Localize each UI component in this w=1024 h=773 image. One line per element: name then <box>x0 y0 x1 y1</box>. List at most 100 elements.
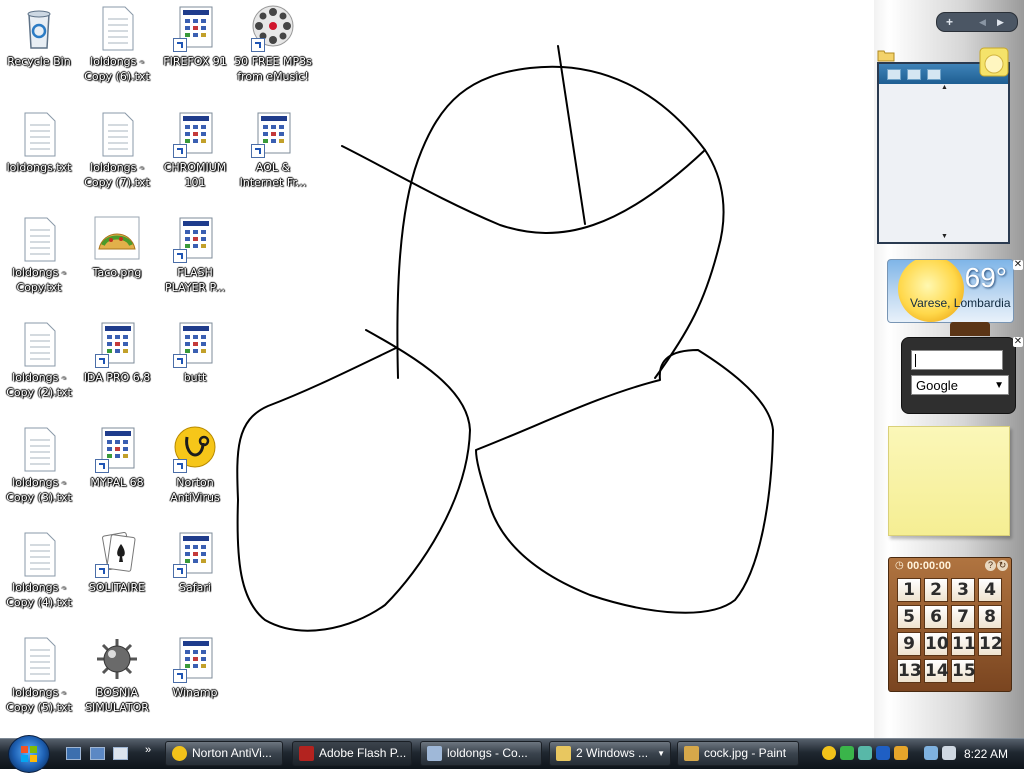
playing-cards-icon <box>93 530 141 578</box>
puzzle-tile[interactable]: 4 <box>978 578 1002 602</box>
desktop-icon-safari[interactable]: Safari <box>156 530 234 595</box>
start-button[interactable] <box>8 735 50 773</box>
desktop-icon-text-file[interactable]: loldongs - Copy (6).txt <box>78 4 156 84</box>
norton-tray-icon[interactable] <box>822 746 836 760</box>
puzzle-tile[interactable]: 1 <box>897 578 921 602</box>
desktop-icon-label: loldongs - Copy.txt <box>12 266 66 294</box>
desktop-icon-label: Taco.png <box>92 266 142 279</box>
taco-icon <box>93 215 141 263</box>
taskbar-button[interactable]: cock.jpg - Paint <box>677 741 799 766</box>
sidebar-controls: + ◀ ▶ <box>936 12 1018 32</box>
puzzle-tile[interactable]: 7 <box>951 605 975 629</box>
desktop-icon-mypal[interactable]: MYPAL 68 <box>78 425 156 490</box>
flash-tray-icon[interactable] <box>894 746 908 760</box>
puzzle-tile[interactable]: 10 <box>924 632 949 656</box>
briefcase-icon <box>950 322 990 336</box>
desktop-icon-emusic[interactable]: 50 FREE MP3s from eMusic! <box>234 4 312 84</box>
puzzle-tile[interactable]: 12 <box>978 632 1003 656</box>
app-shortcut-icon <box>171 215 219 263</box>
desktop-icon-text-file[interactable]: loldongs - Copy (2).txt <box>0 320 78 400</box>
desktop-icon-norton[interactable]: Norton AntiVirus <box>156 425 234 505</box>
search-input[interactable] <box>911 350 1003 370</box>
notes-gadget-icon[interactable] <box>976 46 1012 80</box>
desktop-icon-winamp[interactable]: Winamp <box>156 635 234 700</box>
shuffle-icon[interactable]: ↻ <box>997 560 1008 571</box>
desktop-icon-text-file[interactable]: loldongs - Copy (4).txt <box>0 530 78 610</box>
feed-view-icon[interactable] <box>907 69 921 80</box>
previous-page-button[interactable]: ◀ <box>979 13 986 31</box>
feed-view-icon[interactable] <box>887 69 901 80</box>
taskbar-button[interactable]: 2 Windows ... ▼ <box>549 741 671 766</box>
puzzle-tile[interactable]: 11 <box>951 632 976 656</box>
taskbar-button[interactable]: loldongs - Co... <box>420 741 542 766</box>
desktop-icon-label: FIREFOX 91 <box>163 55 227 68</box>
app-shortcut-icon <box>93 425 141 473</box>
taskbar-button[interactable]: Norton AntiVi... <box>165 741 283 766</box>
taskbar-clock[interactable]: 8:22 AM <box>964 739 1008 769</box>
show-desktop-icon[interactable] <box>66 747 81 760</box>
feed-headlines-gadget[interactable]: ▲ ▼ <box>877 62 1010 244</box>
desktop-icon-bosnia-simulator[interactable]: BOSNIA SIMULATOR <box>78 635 156 715</box>
desktop-icon-text-file[interactable]: loldongs - Copy (5).txt <box>0 635 78 715</box>
taskbar-button-label: cock.jpg - Paint <box>704 746 787 760</box>
close-icon[interactable]: ✕ <box>1013 337 1023 347</box>
desktop-icon-solitaire[interactable]: SOLITAIRE <box>78 530 156 595</box>
desktop-icon-firefox[interactable]: FIREFOX 91 <box>156 4 234 69</box>
scroll-down-arrow[interactable]: ▼ <box>941 233 948 240</box>
desktop-icon-aol[interactable]: AOL & Internet Fr... <box>234 110 312 190</box>
desktop-icon-recycle-bin[interactable]: Recycle Bin <box>0 4 78 69</box>
puzzle-tile[interactable]: 6 <box>924 605 948 629</box>
calculator-icon[interactable] <box>113 747 128 760</box>
feed-folder-icon[interactable] <box>927 69 941 80</box>
network-tray-icon[interactable] <box>858 746 872 760</box>
taskbar-button[interactable]: Adobe Flash P... <box>292 741 412 766</box>
norton-icon <box>172 746 187 761</box>
puzzle-tile[interactable]: 5 <box>897 605 921 629</box>
next-page-button[interactable]: ▶ <box>997 13 1004 31</box>
text-file-icon <box>15 530 63 578</box>
desktop-icon-label: loldongs - Copy (5).txt <box>6 686 72 714</box>
scroll-up-arrow[interactable]: ▲ <box>941 84 948 91</box>
weather-temperature: 69° <box>964 262 1007 293</box>
puzzle-tile[interactable]: 15 <box>951 659 976 683</box>
text-file-icon <box>15 320 63 368</box>
shortcut-arrow-icon <box>173 459 187 473</box>
puzzle-tile[interactable]: 14 <box>924 659 949 683</box>
text-cursor <box>915 354 916 367</box>
app-shortcut-icon <box>249 110 297 158</box>
puzzle-tile[interactable]: 9 <box>897 632 921 656</box>
drawing-stroke-head-line <box>341 145 706 234</box>
slide-puzzle-gadget[interactable]: ◷ 00:00:00 ? ↻ 1 2 3 4 5 6 7 8 9 10 11 1… <box>888 557 1012 692</box>
volume-icon[interactable] <box>942 746 956 760</box>
drawing-stroke-left-ball <box>236 329 471 632</box>
notepad-icon <box>427 746 442 761</box>
desktop-icon-chromium[interactable]: CHROMIUM 101 <box>156 110 234 190</box>
desktop-icon-label: loldongs - Copy (4).txt <box>6 581 72 609</box>
network-icon[interactable] <box>924 746 938 760</box>
windows-logo-icon <box>21 746 37 762</box>
weather-gadget[interactable]: 69° Varese, Lombardia <box>887 259 1014 323</box>
close-icon[interactable]: ✕ <box>1013 260 1023 270</box>
puzzle-tile[interactable]: 8 <box>978 605 1002 629</box>
desktop-icon-text-file[interactable]: loldongs.txt <box>0 110 78 175</box>
search-engine-select[interactable]: Google ▼ <box>911 375 1009 395</box>
help-icon[interactable]: ? <box>985 560 996 571</box>
sticky-note-gadget[interactable] <box>888 426 1010 536</box>
desktop-icon-text-file[interactable]: loldongs - Copy (3).txt <box>0 425 78 505</box>
desktop-icon-ida-pro[interactable]: IDA PRO 6.8 <box>78 320 156 385</box>
puzzle-tile[interactable]: 3 <box>951 578 975 602</box>
desktop-icon-text-file[interactable]: loldongs - Copy (7).txt <box>78 110 156 190</box>
puzzle-tile[interactable]: 13 <box>897 659 922 683</box>
puzzle-tile[interactable]: 2 <box>924 578 948 602</box>
desktop-icon-flash-player[interactable]: FLASH PLAYER P... <box>156 215 234 295</box>
update-icon[interactable] <box>876 746 890 760</box>
messenger-icon[interactable] <box>840 746 854 760</box>
desktop-icon-butt[interactable]: butt <box>156 320 234 385</box>
shortcut-arrow-icon <box>173 669 187 683</box>
desktop-icon-label: loldongs.txt <box>6 161 72 174</box>
quick-launch-overflow-icon[interactable]: » <box>145 744 151 756</box>
add-gadget-button[interactable]: + <box>946 13 953 31</box>
switch-windows-icon[interactable] <box>90 747 105 760</box>
desktop-icon-text-file[interactable]: loldongs - Copy.txt <box>0 215 78 295</box>
desktop-icon-taco-image[interactable]: Taco.png <box>78 215 156 280</box>
